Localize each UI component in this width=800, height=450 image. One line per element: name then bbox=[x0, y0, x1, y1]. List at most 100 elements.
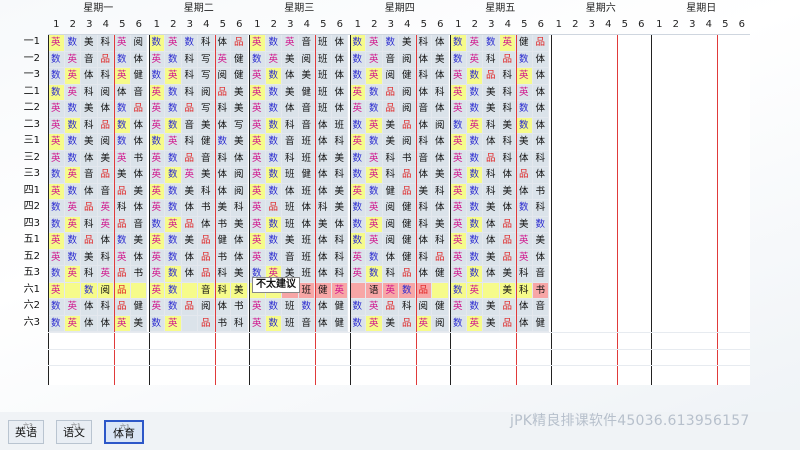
schedule-cell[interactable]: 美 bbox=[415, 183, 432, 200]
schedule-cell[interactable]: 数 bbox=[48, 51, 65, 68]
schedule-cell[interactable]: 体 bbox=[130, 51, 147, 68]
schedule-cell[interactable]: 体 bbox=[532, 68, 549, 85]
schedule-cell[interactable]: 音 bbox=[198, 150, 215, 167]
schedule-cell[interactable]: 数 bbox=[466, 84, 483, 101]
schedule-cell[interactable]: 科 bbox=[198, 183, 215, 200]
class-label[interactable]: 五2 bbox=[0, 249, 46, 266]
schedule-cell[interactable]: 数 bbox=[64, 249, 81, 266]
schedule-cell[interactable]: 英 bbox=[450, 266, 467, 283]
schedule-cell[interactable]: 体 bbox=[315, 150, 332, 167]
schedule-cell[interactable]: 数 bbox=[349, 200, 366, 217]
schedule-cell[interactable]: 英 bbox=[249, 117, 266, 134]
schedule-cell[interactable]: 体 bbox=[214, 117, 231, 134]
schedule-cell[interactable] bbox=[181, 282, 198, 299]
schedule-cell[interactable]: 健 bbox=[231, 68, 248, 85]
schedule-cell[interactable]: 英 bbox=[148, 183, 165, 200]
class-label[interactable]: 二3 bbox=[0, 117, 46, 134]
schedule-cell[interactable]: 体 bbox=[516, 183, 533, 200]
schedule-cell[interactable]: 美 bbox=[499, 117, 516, 134]
schedule-cell[interactable]: 英 bbox=[450, 68, 467, 85]
schedule-cell[interactable]: 英 bbox=[249, 233, 266, 250]
schedule-cell[interactable]: 音 bbox=[382, 51, 399, 68]
schedule-cell[interactable]: 英 bbox=[148, 282, 165, 299]
schedule-cell[interactable]: 英 bbox=[265, 51, 282, 68]
schedule-cell[interactable]: 数 bbox=[48, 68, 65, 85]
schedule-cell[interactable]: 英 bbox=[249, 134, 266, 151]
schedule-cell[interactable]: 英 bbox=[331, 282, 348, 299]
schedule-cell[interactable]: 品 bbox=[198, 266, 215, 283]
schedule-cell[interactable]: 科 bbox=[382, 266, 399, 283]
schedule-cell[interactable]: 音 bbox=[282, 249, 299, 266]
schedule-cell[interactable]: 体 bbox=[532, 249, 549, 266]
schedule-cell[interactable]: 美 bbox=[81, 35, 98, 52]
schedule-cell[interactable]: 阅 bbox=[399, 134, 416, 151]
schedule-cell[interactable]: 科 bbox=[282, 150, 299, 167]
schedule-cell[interactable]: 数 bbox=[265, 216, 282, 233]
schedule-cell[interactable]: 数 bbox=[349, 51, 366, 68]
schedule-cell[interactable]: 数 bbox=[366, 266, 383, 283]
schedule-cell[interactable]: 数 bbox=[466, 216, 483, 233]
schedule-cell[interactable]: 英 bbox=[64, 299, 81, 316]
schedule-cell[interactable]: 英 bbox=[114, 150, 131, 167]
schedule-cell[interactable] bbox=[483, 282, 500, 299]
schedule-cell[interactable]: 品 bbox=[231, 35, 248, 52]
schedule-cell[interactable]: 英 bbox=[366, 35, 383, 52]
schedule-cell[interactable]: 数 bbox=[349, 150, 366, 167]
schedule-cell[interactable]: 体 bbox=[231, 150, 248, 167]
schedule-cell[interactable]: 美 bbox=[282, 233, 299, 250]
schedule-cell[interactable]: 体 bbox=[382, 249, 399, 266]
schedule-cell[interactable]: 数 bbox=[366, 134, 383, 151]
schedule-cell[interactable]: 体 bbox=[315, 117, 332, 134]
schedule-cell[interactable]: 阅 bbox=[382, 68, 399, 85]
class-label[interactable]: 六3 bbox=[0, 315, 46, 332]
schedule-cell[interactable]: 健 bbox=[198, 134, 215, 151]
schedule-cell[interactable]: 数 bbox=[181, 35, 198, 52]
schedule-cell[interactable]: 英 bbox=[249, 35, 266, 52]
schedule-cell[interactable]: 体 bbox=[298, 200, 315, 217]
subject-button-english[interactable]: 六3 英语 bbox=[8, 420, 44, 444]
schedule-cell[interactable]: 健 bbox=[399, 216, 416, 233]
schedule-cell[interactable]: 班 bbox=[331, 117, 348, 134]
schedule-cell[interactable]: 英 bbox=[249, 68, 266, 85]
schedule-cell[interactable]: 英 bbox=[349, 266, 366, 283]
schedule-cell[interactable]: 英 bbox=[366, 315, 383, 332]
schedule-cell[interactable]: 科 bbox=[331, 167, 348, 184]
schedule-cell[interactable]: 英 bbox=[64, 167, 81, 184]
schedule-cell[interactable]: 美 bbox=[499, 282, 516, 299]
schedule-cell[interactable]: 数 bbox=[265, 315, 282, 332]
schedule-cell[interactable]: 体 bbox=[315, 249, 332, 266]
schedule-cell[interactable]: 英 bbox=[466, 117, 483, 134]
schedule-cell[interactable]: 健 bbox=[432, 266, 449, 283]
schedule-cell[interactable]: 数 bbox=[64, 150, 81, 167]
schedule-cell[interactable]: 数 bbox=[349, 299, 366, 316]
schedule-cell[interactable]: 英 bbox=[366, 299, 383, 316]
schedule-cell[interactable]: 数 bbox=[48, 299, 65, 316]
schedule-cell[interactable]: 英 bbox=[516, 249, 533, 266]
schedule-cell[interactable]: 数 bbox=[466, 101, 483, 118]
schedule-cell[interactable]: 科 bbox=[415, 216, 432, 233]
schedule-cell[interactable]: 体 bbox=[331, 35, 348, 52]
class-label[interactable]: 五1 bbox=[0, 232, 46, 249]
schedule-cell[interactable]: 体 bbox=[499, 167, 516, 184]
schedule-cell[interactable]: 健 bbox=[298, 167, 315, 184]
schedule-cell[interactable]: 科 bbox=[432, 233, 449, 250]
schedule-cell[interactable]: 英 bbox=[249, 101, 266, 118]
schedule-cell[interactable]: 音 bbox=[298, 315, 315, 332]
schedule-cell[interactable]: 品 bbox=[181, 299, 198, 316]
schedule-cell[interactable]: 数 bbox=[298, 299, 315, 316]
schedule-cell[interactable]: 体 bbox=[331, 51, 348, 68]
schedule-cell[interactable]: 阅 bbox=[198, 84, 215, 101]
schedule-cell[interactable]: 科 bbox=[331, 266, 348, 283]
schedule-cell[interactable]: 美 bbox=[130, 315, 147, 332]
schedule-cell[interactable]: 英 bbox=[148, 266, 165, 283]
schedule-cell[interactable]: 科 bbox=[81, 216, 98, 233]
schedule-cell[interactable]: 美 bbox=[81, 101, 98, 118]
schedule-cell[interactable]: 美 bbox=[231, 282, 248, 299]
schedule-cell[interactable]: 品 bbox=[130, 101, 147, 118]
schedule-cell[interactable]: 数 bbox=[148, 134, 165, 151]
schedule-cell[interactable]: 音 bbox=[81, 167, 98, 184]
schedule-cell[interactable]: 英 bbox=[516, 233, 533, 250]
schedule-cell[interactable]: 书 bbox=[532, 183, 549, 200]
schedule-cell[interactable]: 美 bbox=[483, 315, 500, 332]
schedule-cell[interactable]: 美 bbox=[382, 134, 399, 151]
